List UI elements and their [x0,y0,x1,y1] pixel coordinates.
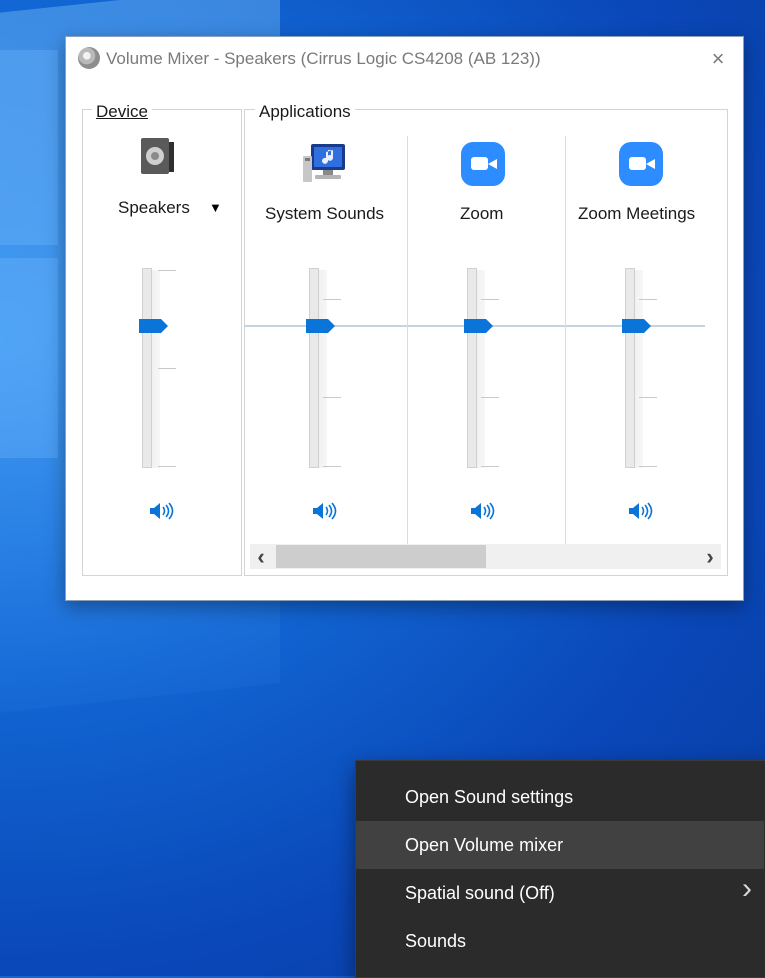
device-volume-slider-thumb[interactable] [139,319,168,333]
app-volume-slider-track[interactable] [309,268,319,468]
menu-item-label: Open Sound settings [405,786,574,807]
applications-group: System Sounds Zoom Zoom Meetings [244,109,728,576]
volume-mixer-window: Volume Mixer - Speakers (Cirrus Logic CS… [65,36,744,601]
speaker-volume-icon [471,502,495,520]
app-volume-slider-thumb[interactable] [306,319,335,333]
menu-item-spatial-sound[interactable]: Spatial sound (Off) › [356,869,764,917]
slider-tick [481,299,499,300]
slider-tick [158,270,176,271]
device-group: Speakers ▼ [82,109,242,576]
chevron-down-icon: ▼ [209,200,222,215]
speaker-volume-icon [313,502,337,520]
device-group-label: Device [92,102,152,122]
windows-logo-pane [0,258,58,458]
speaker-volume-icon [150,502,174,520]
windows-logo-pane [0,50,58,245]
speaker-app-icon [78,47,100,69]
menu-item-label: Sounds [405,930,467,951]
device-volume-slider-track[interactable] [142,268,152,468]
slider-tick [323,299,341,300]
applications-group-label: Applications [255,102,355,122]
close-button[interactable]: × [693,37,743,81]
app-name-zoom: Zoom [460,204,504,223]
slider-tick [639,299,657,300]
menu-item-open-volume-mixer[interactable]: Open Volume mixer [356,821,764,869]
slider-tick [323,397,341,398]
slider-tick [158,466,176,467]
chevron-right-icon: › [706,543,714,569]
menu-item-open-sound-settings[interactable]: Open Sound settings [356,773,764,821]
app-volume-slider-thumb[interactable] [622,319,651,333]
scroll-right-button[interactable]: › [699,544,721,569]
applications-scrollbar[interactable]: ‹ › [250,544,721,569]
chevron-left-icon: ‹ [257,543,265,569]
volume-context-menu: Open Sound settings Open Volume mixer Sp… [355,760,765,978]
app-channel: Zoom [408,110,565,546]
close-icon: × [711,46,725,71]
app-mute-button[interactable] [469,500,495,522]
slider-tick [639,397,657,398]
speaker-device-icon [139,136,175,176]
app-mute-button[interactable] [627,500,653,522]
slider-tick [158,368,176,369]
app-volume-slider-track[interactable] [467,268,477,468]
slider-tick [639,466,657,467]
menu-item-label: Open Volume mixer [405,834,564,855]
window-title: Volume Mixer - Speakers (Cirrus Logic CS… [106,49,541,68]
scroll-left-button[interactable]: ‹ [250,544,272,569]
menu-item-label: Spatial sound (Off) [405,882,555,903]
app-channel: System Sounds [245,110,405,546]
chevron-right-icon: › [742,872,752,905]
app-mute-button[interactable] [311,500,337,522]
speaker-volume-icon [629,502,653,520]
zoom-icon [461,142,505,186]
slider-tick [481,397,499,398]
zoom-icon [619,142,663,186]
device-mute-button[interactable] [148,500,174,522]
device-name[interactable]: Speakers [118,198,190,218]
app-volume-slider-thumb[interactable] [464,319,493,333]
app-volume-slider-track[interactable] [625,268,635,468]
slider-tick [323,466,341,467]
app-channel: Zoom Meetings [566,110,726,546]
app-name-system-sounds: System Sounds [265,204,385,223]
app-name-zoom-meetings: Zoom Meetings [578,204,696,223]
slider-tick [481,466,499,467]
device-dropdown-button[interactable]: ▼ [209,200,225,216]
system-sounds-icon [301,142,349,186]
scrollbar-thumb[interactable] [276,545,486,568]
menu-item-sounds[interactable]: Sounds [356,917,764,965]
title-bar[interactable]: Volume Mixer - Speakers (Cirrus Logic CS… [66,37,743,81]
